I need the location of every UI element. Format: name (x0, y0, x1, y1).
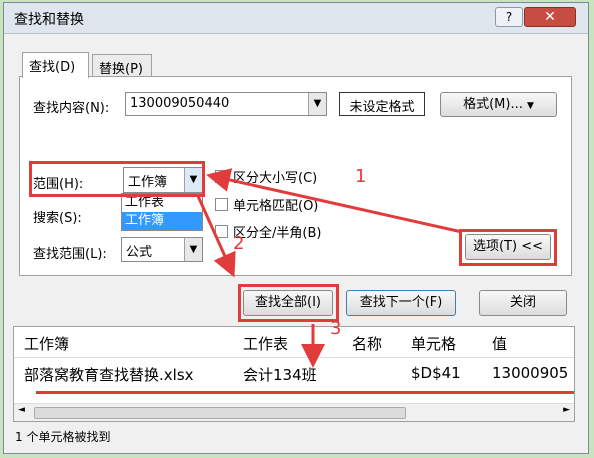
tab-find-label: 查找(D) (29, 60, 76, 75)
tab-find[interactable]: 查找(D) (22, 52, 89, 78)
arrow-2 (196, 195, 236, 278)
annotation-arrows (196, 168, 463, 368)
arrow-1 (206, 168, 463, 234)
